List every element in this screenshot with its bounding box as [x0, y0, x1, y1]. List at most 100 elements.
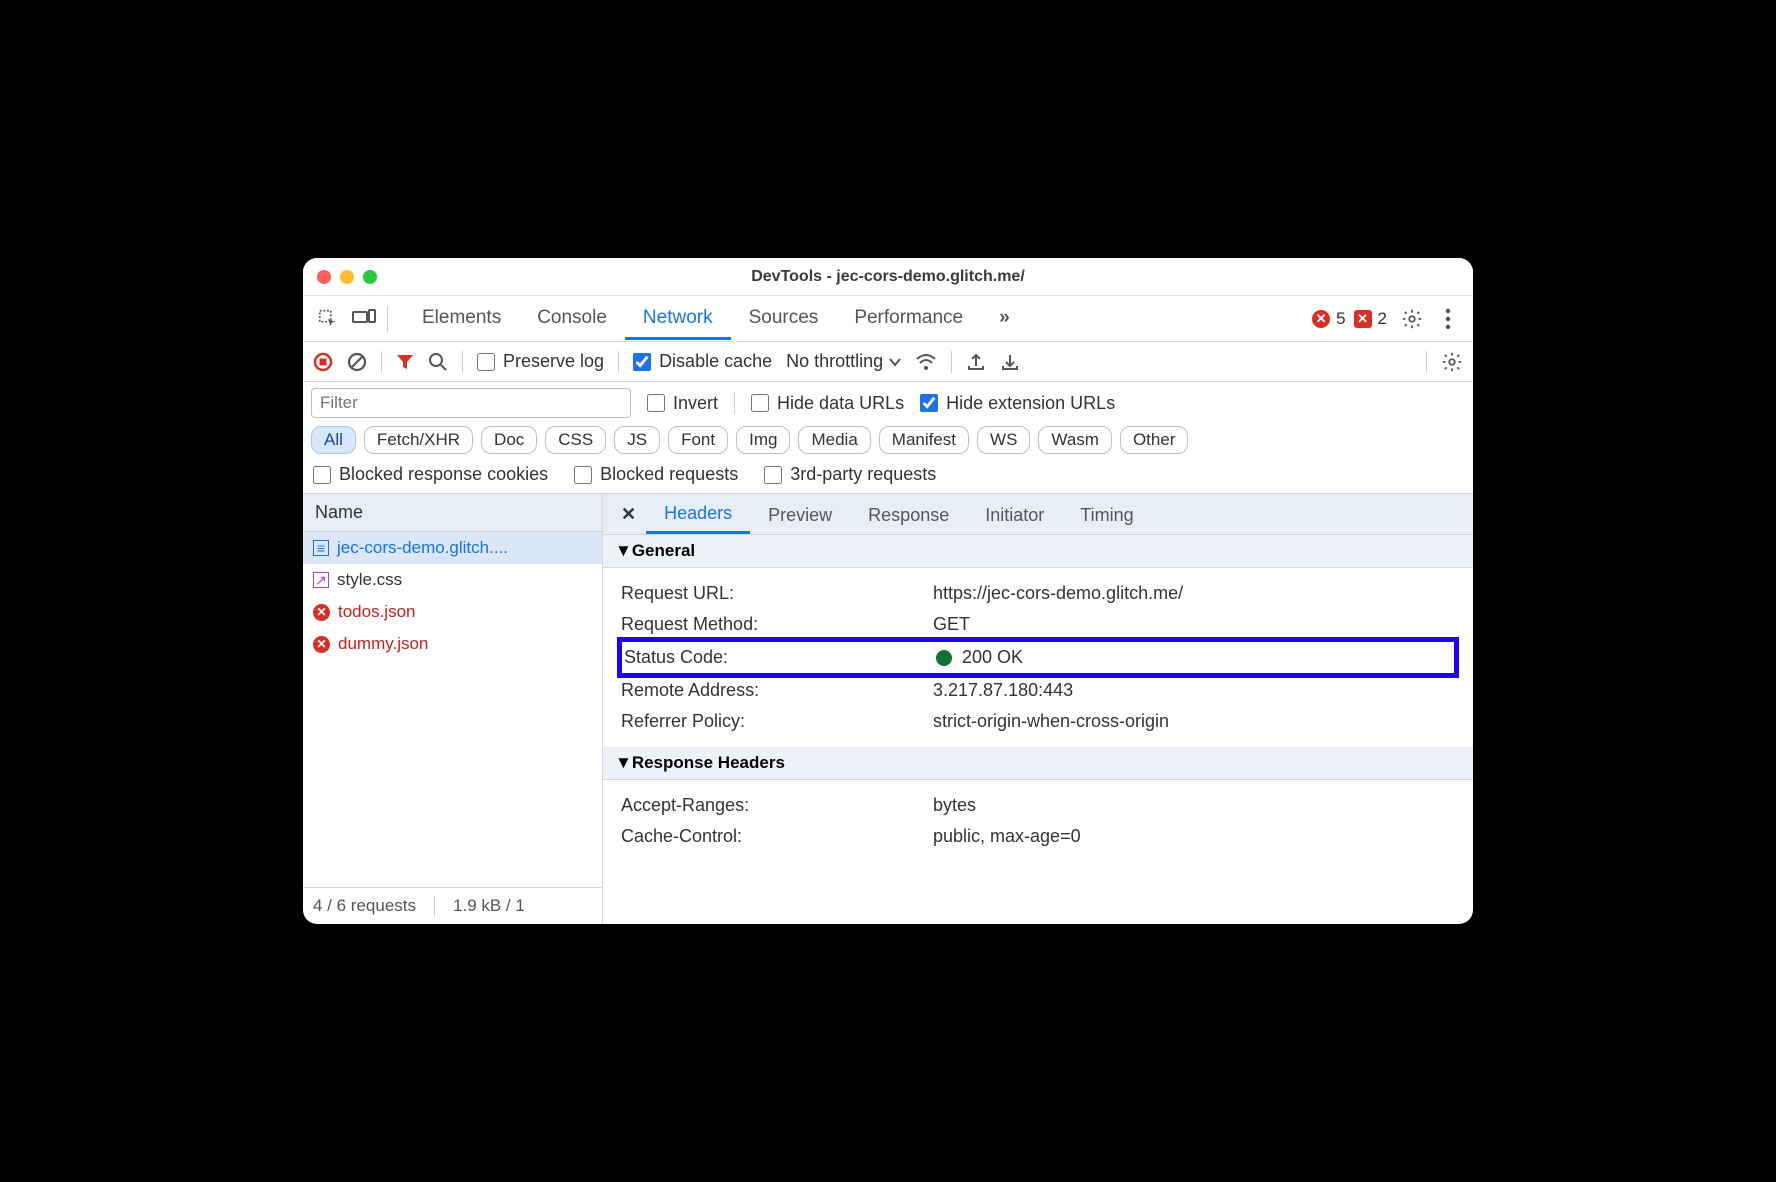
request-row[interactable]: ✕ dummy.json: [303, 628, 602, 660]
type-chip-all[interactable]: All: [311, 426, 356, 454]
type-chip-ws[interactable]: WS: [977, 426, 1030, 454]
window-title: DevTools - jec-cors-demo.glitch.me/: [751, 268, 1025, 286]
general-section: Request URL: https://jec-cors-demo.glitc…: [603, 568, 1473, 747]
device-toggle-icon[interactable]: [347, 302, 381, 336]
throttling-value: No throttling: [786, 351, 883, 372]
type-chip-font[interactable]: Font: [668, 426, 728, 454]
close-window-button[interactable]: [317, 270, 331, 284]
general-section-header[interactable]: ▼General: [603, 535, 1473, 568]
request-name: style.css: [337, 570, 402, 590]
download-har-icon[interactable]: [1000, 352, 1020, 372]
error-icon: ✕: [313, 604, 330, 621]
disable-cache-checkbox[interactable]: Disable cache: [633, 351, 772, 372]
request-row[interactable]: ↗ style.css: [303, 564, 602, 596]
kv-key: Request URL:: [621, 583, 933, 604]
invert-checkbox[interactable]: Invert: [647, 393, 718, 414]
chevron-down-icon: [889, 356, 901, 368]
kv-row: Remote Address: 3.217.87.180:443: [621, 675, 1455, 706]
request-name: dummy.json: [338, 634, 428, 654]
kv-row: Request Method: GET: [621, 609, 1455, 640]
tab-sources[interactable]: Sources: [731, 297, 837, 340]
network-settings-gear-icon[interactable]: [1441, 351, 1463, 373]
error-count: 5: [1336, 309, 1345, 329]
filter-funnel-icon[interactable]: [396, 353, 414, 371]
extra-filters-row: Blocked response cookies Blocked request…: [303, 458, 1473, 494]
type-chip-fetchxhr[interactable]: Fetch/XHR: [364, 426, 473, 454]
minimize-window-button[interactable]: [340, 270, 354, 284]
inspect-icon[interactable]: [311, 302, 345, 336]
highlighted-status-row: Status Code: 200 OK: [617, 637, 1459, 678]
throttling-select[interactable]: No throttling: [786, 351, 901, 372]
close-detail-button[interactable]: ✕: [611, 496, 646, 533]
kv-key: Accept-Ranges:: [621, 795, 933, 816]
detail-tab-timing[interactable]: Timing: [1062, 496, 1151, 533]
type-chip-js[interactable]: JS: [614, 426, 660, 454]
clear-button[interactable]: [347, 352, 367, 372]
kv-value: GET: [933, 614, 970, 635]
filter-input[interactable]: [311, 388, 631, 418]
type-chip-wasm[interactable]: Wasm: [1038, 426, 1112, 454]
tab-network[interactable]: Network: [625, 297, 731, 340]
tab-performance[interactable]: Performance: [836, 297, 981, 340]
kv-value: 200 OK: [936, 647, 1023, 668]
tab-console[interactable]: Console: [519, 297, 625, 340]
blocked-requests-checkbox[interactable]: Blocked requests: [574, 464, 738, 485]
error-count-badge[interactable]: ✕ 5: [1312, 309, 1345, 329]
issue-icon: ✕: [1354, 310, 1372, 328]
detail-pane: ✕ Headers Preview Response Initiator Tim…: [603, 494, 1473, 924]
document-icon: ≡: [313, 540, 329, 556]
tab-elements[interactable]: Elements: [404, 297, 519, 340]
detail-tab-response[interactable]: Response: [850, 496, 967, 533]
tabs-overflow-button[interactable]: »: [981, 297, 1028, 340]
disable-cache-label: Disable cache: [659, 351, 772, 372]
detail-tab-preview[interactable]: Preview: [750, 496, 850, 533]
detail-tab-initiator[interactable]: Initiator: [967, 496, 1062, 533]
request-row[interactable]: ≡ jec-cors-demo.glitch....: [303, 532, 602, 564]
detail-tab-headers[interactable]: Headers: [646, 494, 750, 534]
kv-key: Request Method:: [621, 614, 933, 635]
record-button[interactable]: [313, 352, 333, 372]
settings-gear-icon[interactable]: [1395, 302, 1429, 336]
issue-count: 2: [1378, 309, 1387, 329]
disable-cache-input[interactable]: [633, 353, 651, 371]
kv-row: Accept-Ranges: bytes: [621, 790, 1455, 821]
request-list-pane: Name ≡ jec-cors-demo.glitch.... ↗ style.…: [303, 494, 603, 924]
main-tabs-row: Elements Console Network Sources Perform…: [303, 296, 1473, 342]
kv-row: Cache-Control: public, max-age=0: [621, 821, 1455, 852]
blocked-cookies-checkbox[interactable]: Blocked response cookies: [313, 464, 548, 485]
type-chip-css[interactable]: CSS: [545, 426, 606, 454]
third-party-checkbox[interactable]: 3rd-party requests: [764, 464, 936, 485]
kebab-menu-icon[interactable]: [1431, 302, 1465, 336]
name-column-header[interactable]: Name: [303, 494, 602, 532]
kv-row: Status Code: 200 OK: [624, 642, 1452, 673]
devtools-window: DevTools - jec-cors-demo.glitch.me/ Elem…: [303, 258, 1473, 924]
type-filter-row: All Fetch/XHR Doc CSS JS Font Img Media …: [303, 422, 1473, 458]
preserve-log-input[interactable]: [477, 353, 495, 371]
filter-row: Invert Hide data URLs Hide extension URL…: [303, 382, 1473, 422]
split-pane: Name ≡ jec-cors-demo.glitch.... ↗ style.…: [303, 494, 1473, 924]
kv-key: Cache-Control:: [621, 826, 933, 847]
zoom-window-button[interactable]: [363, 270, 377, 284]
search-icon[interactable]: [428, 352, 448, 372]
hide-extension-urls-label: Hide extension URLs: [946, 393, 1115, 414]
type-chip-img[interactable]: Img: [736, 426, 790, 454]
issue-count-badge[interactable]: ✕ 2: [1354, 309, 1387, 329]
request-name: jec-cors-demo.glitch....: [337, 538, 508, 558]
type-chip-doc[interactable]: Doc: [481, 426, 537, 454]
type-chip-media[interactable]: Media: [798, 426, 870, 454]
hide-data-urls-checkbox[interactable]: Hide data URLs: [751, 393, 904, 414]
hide-extension-urls-checkbox[interactable]: Hide extension URLs: [920, 393, 1115, 414]
type-chip-other[interactable]: Other: [1120, 426, 1189, 454]
preserve-log-checkbox[interactable]: Preserve log: [477, 351, 604, 372]
detail-tabs: ✕ Headers Preview Response Initiator Tim…: [603, 494, 1473, 535]
type-chip-manifest[interactable]: Manifest: [879, 426, 969, 454]
error-icon: ✕: [1312, 310, 1330, 328]
upload-har-icon[interactable]: [966, 352, 986, 372]
preserve-log-label: Preserve log: [503, 351, 604, 372]
kv-value: 3.217.87.180:443: [933, 680, 1073, 701]
invert-label: Invert: [673, 393, 718, 414]
kv-value: public, max-age=0: [933, 826, 1081, 847]
response-headers-section-header[interactable]: ▼Response Headers: [603, 747, 1473, 780]
request-row[interactable]: ✕ todos.json: [303, 596, 602, 628]
network-conditions-icon[interactable]: [915, 353, 937, 371]
